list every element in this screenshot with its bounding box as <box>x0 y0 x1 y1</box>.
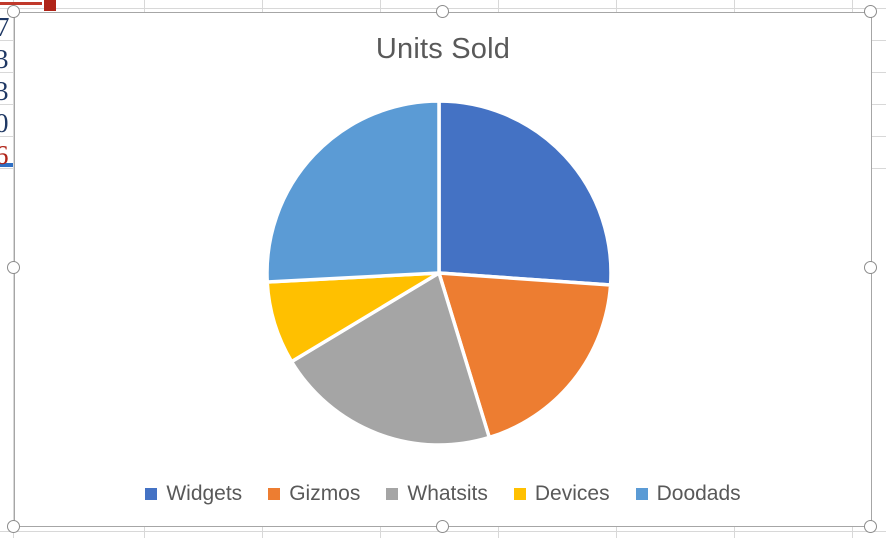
legend-item-doodads[interactable]: Doodads <box>635 482 741 506</box>
legend-label: Widgets <box>166 482 243 505</box>
sheet-cell-2[interactable]: 3 <box>0 46 9 73</box>
pie-slice-doodads[interactable] <box>265 99 441 284</box>
handle-top-right[interactable] <box>864 5 877 18</box>
pie-slice-whatsits[interactable] <box>289 271 492 447</box>
pie-slice-widgets[interactable] <box>437 99 613 287</box>
sheet-cell-3[interactable]: 3 <box>0 78 9 105</box>
pie-chart <box>265 99 613 447</box>
handle-bottom-left[interactable] <box>7 520 20 533</box>
legend-swatch-devices <box>513 488 526 500</box>
legend-swatch-gizmos <box>268 488 281 500</box>
sheet-accent-marker <box>44 0 56 11</box>
legend-label: Devices <box>534 482 610 505</box>
chart-title[interactable]: Units Sold <box>15 33 871 66</box>
sheet-accent-underline <box>0 2 42 5</box>
sheet-cell-5[interactable]: 6 <box>0 142 9 169</box>
legend-item-gizmos[interactable]: Gizmos <box>268 482 360 506</box>
legend-swatch-whatsits <box>386 488 399 500</box>
legend-label: Doodads <box>656 482 741 505</box>
chart-object[interactable]: Units Sold Widgets Gizmos Whatsits Devices D… <box>14 12 872 527</box>
sheet-cell-1[interactable]: 7 <box>0 14 10 41</box>
legend-item-whatsits[interactable]: Whatsits <box>386 482 488 506</box>
handle-top-center[interactable] <box>436 5 449 18</box>
pie-slice-gizmos[interactable] <box>437 271 613 440</box>
legend-label: Whatsits <box>407 482 488 505</box>
screen: 7 3 3 0 6 Units Sold Widgets Gizmos Whatsi… <box>0 0 886 538</box>
legend-item-devices[interactable]: Devices <box>513 482 610 506</box>
legend-swatch-doodads <box>635 488 648 500</box>
handle-bottom-center[interactable] <box>436 520 449 533</box>
handle-bottom-right[interactable] <box>864 520 877 533</box>
pie-plot-area[interactable] <box>15 13 873 528</box>
pie-slice-devices[interactable] <box>265 271 441 364</box>
legend-item-widgets[interactable]: Widgets <box>145 482 242 506</box>
chart-legend[interactable]: Widgets Gizmos Whatsits Devices Doodads <box>15 482 871 506</box>
handle-top-left[interactable] <box>7 5 20 18</box>
legend-label: Gizmos <box>289 482 361 505</box>
sheet-cell-4[interactable]: 0 <box>0 110 9 137</box>
legend-swatch-widgets <box>145 488 158 500</box>
handle-middle-right[interactable] <box>864 261 877 274</box>
handle-middle-left[interactable] <box>7 261 20 274</box>
